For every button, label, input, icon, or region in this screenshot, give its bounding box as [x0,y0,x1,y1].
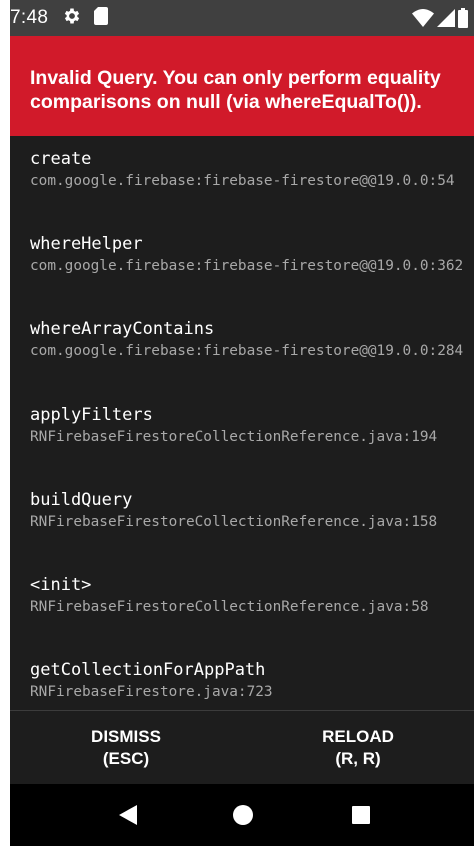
frame-file: com.google.firebase:firebase-firestore@@… [30,343,464,359]
stack-frame[interactable]: whereHelper com.google.firebase:firebase… [30,233,470,275]
stack-frame[interactable]: whereArrayContains com.google.firebase:f… [30,318,470,360]
frame-file: RNFirebaseFirestoreCollectionReference.j… [30,599,429,615]
stack-frame[interactable]: applyFilters RNFirebaseFirestoreCollecti… [30,404,470,446]
navigation-bar [10,784,474,846]
frame-file: RNFirebaseFirestoreCollectionReference.j… [30,514,438,530]
signal-icon [437,9,455,32]
frame-file: com.google.firebase:firebase-firestore@@… [30,173,455,189]
reload-label: RELOAD [322,726,394,746]
frame-method: applyFilters [30,405,153,425]
stack-frame[interactable]: create com.google.firebase:firebase-fire… [30,148,470,190]
wifi-icon [412,9,434,32]
stack-frame[interactable]: buildQuery RNFirebaseFirestoreCollection… [30,489,470,531]
stack-frame[interactable]: getCollectionForAppPath RNFirebaseFirest… [30,659,470,701]
stack-frame[interactable]: <init> RNFirebaseFirestoreCollectionRefe… [30,574,470,616]
home-icon[interactable] [231,803,255,827]
reload-button[interactable]: RELOAD (R, R) [242,711,474,784]
dismiss-button[interactable]: DISMISS (ESC) [10,711,242,784]
action-bar: DISMISS (ESC) RELOAD (R, R) [10,711,474,784]
frame-method: whereArrayContains [30,319,215,339]
battery-icon [458,8,468,33]
status-time: 7:48 [10,7,49,28]
frame-method: whereHelper [30,234,143,254]
sd-card-icon [94,6,109,30]
gear-icon [62,6,82,30]
dismiss-shortcut: (ESC) [102,748,150,768]
frame-file: RNFirebaseFirestore.java:723 [30,684,273,700]
frame-method: create [30,149,92,169]
frame-file: com.google.firebase:firebase-firestore@@… [30,258,464,274]
frame-method: buildQuery [30,490,133,510]
frame-file: RNFirebaseFirestoreCollectionReference.j… [30,429,438,445]
status-bar: 7:48 [10,0,474,36]
error-message: Invalid Query. You can only perform equa… [10,36,474,136]
frame-method: <init> [30,575,92,595]
redbox-error-screen: 7:48 Invalid Query. You can only perform… [10,0,474,846]
stack-trace[interactable]: create com.google.firebase:firebase-fire… [10,136,474,710]
status-icons [412,8,468,33]
dismiss-label: DISMISS [91,726,161,746]
reload-shortcut: (R, R) [335,748,381,768]
back-icon[interactable] [116,803,140,827]
frame-method: getCollectionForAppPath [30,660,266,680]
recents-icon[interactable] [349,803,373,827]
screen-edge [0,0,10,846]
